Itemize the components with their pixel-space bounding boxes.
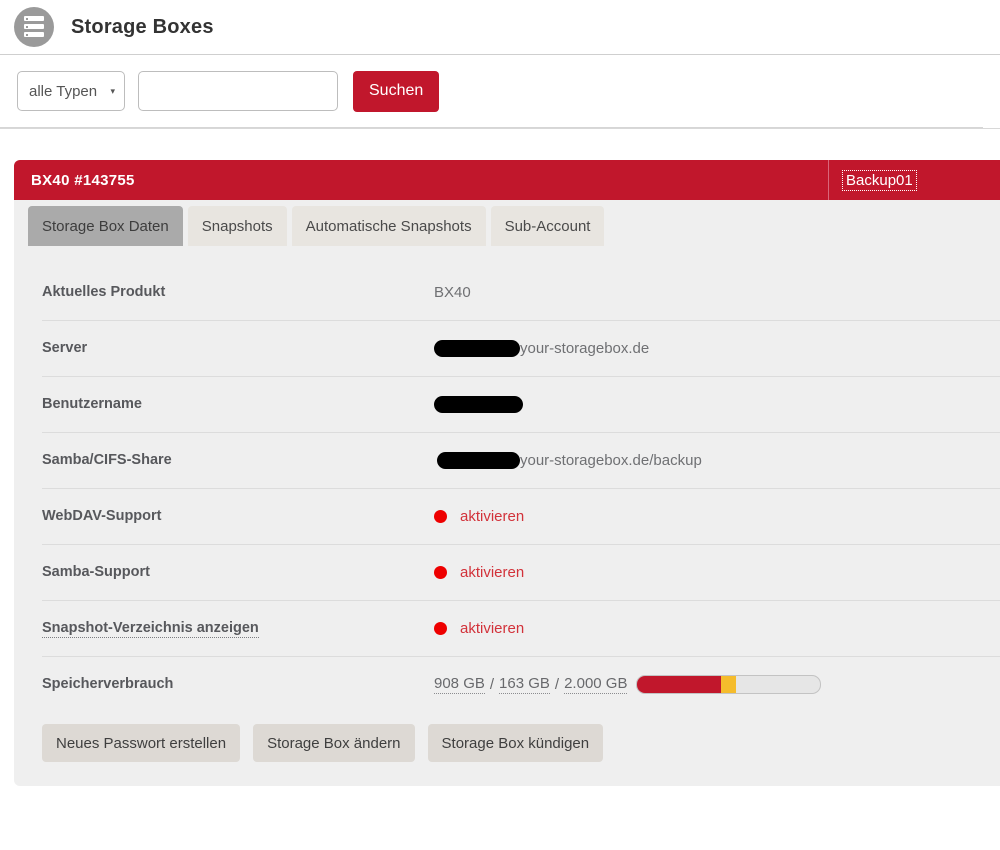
detail-label-tooltip[interactable]: Snapshot-Verzeichnis anzeigen bbox=[42, 620, 259, 638]
detail-row-webdav-support: WebDAV-Support aktivieren bbox=[14, 488, 1000, 544]
storage-box-name-cell: Backup01 bbox=[828, 160, 1000, 200]
detail-row-samba-cifs-share: Samba/CIFS-Share your-storagebox.de/back… bbox=[14, 432, 1000, 488]
usage-separator-2: / bbox=[554, 675, 560, 693]
detail-label: Samba/CIFS-Share bbox=[42, 452, 172, 468]
detail-row-aktuelles-produkt: Aktuelles Produkt BX40 bbox=[14, 264, 1000, 320]
detail-value: your-storagebox.de bbox=[434, 339, 1000, 357]
detail-value: aktivieren bbox=[434, 564, 1000, 581]
detail-value: 908 GB / 163 GB / 2.000 GB bbox=[434, 674, 1000, 694]
storage-box-title: BX40 #143755 bbox=[31, 171, 135, 189]
server-rack-icon bbox=[14, 7, 54, 47]
action-button-bar: Neues Passwort erstellen Storage Box änd… bbox=[14, 712, 1000, 786]
detail-value: aktivieren bbox=[434, 620, 1000, 637]
neues-passwort-erstellen-button[interactable]: Neues Passwort erstellen bbox=[42, 724, 241, 762]
detail-row-server: Server your-storagebox.de bbox=[14, 320, 1000, 376]
detail-value bbox=[434, 395, 1000, 413]
page-title: Storage Boxes bbox=[71, 15, 214, 38]
detail-label: WebDAV-Support bbox=[42, 508, 162, 524]
detail-label: Aktuelles Produkt bbox=[42, 284, 166, 300]
tab-bar: Storage Box Daten Snapshots Automatische… bbox=[14, 200, 1000, 246]
tab-automatische-snapshots[interactable]: Automatische Snapshots bbox=[291, 206, 486, 246]
usage-snapshots[interactable]: 163 GB bbox=[499, 675, 550, 694]
storage-box-details: Aktuelles Produkt BX40 Server your-stora… bbox=[14, 246, 1000, 712]
detail-value: aktivieren bbox=[434, 508, 1000, 525]
redaction-bar bbox=[437, 451, 520, 469]
page-header: Storage Boxes bbox=[0, 0, 1000, 55]
detail-label: Speicherverbrauch bbox=[42, 676, 174, 692]
tab-storage-box-daten[interactable]: Storage Box Daten bbox=[28, 206, 183, 246]
redaction-bar bbox=[434, 395, 523, 413]
activate-link[interactable]: aktivieren bbox=[460, 564, 524, 581]
storage-box-aendern-button[interactable]: Storage Box ändern bbox=[253, 724, 415, 762]
status-dot-icon bbox=[434, 565, 447, 579]
usage-total[interactable]: 2.000 GB bbox=[564, 675, 628, 694]
detail-row-benutzername: Benutzername bbox=[14, 376, 1000, 432]
detail-row-samba-support: Samba-Support aktivieren bbox=[14, 544, 1000, 600]
chevron-down-icon: ▾ bbox=[110, 85, 115, 96]
usage-separator-1: / bbox=[489, 675, 495, 693]
storage-usage-meter bbox=[636, 674, 822, 694]
detail-value-text: your-storagebox.de/backup bbox=[520, 451, 702, 469]
storage-box-kuendigen-button[interactable]: Storage Box kündigen bbox=[427, 724, 604, 762]
type-filter-value: alle Typen bbox=[29, 82, 98, 100]
search-submit-button[interactable]: Suchen bbox=[353, 70, 440, 112]
detail-label: Samba-Support bbox=[42, 564, 150, 580]
storage-box-name-editable[interactable]: Backup01 bbox=[842, 169, 917, 191]
detail-value-text: your-storagebox.de bbox=[520, 339, 650, 357]
activate-link[interactable]: aktivieren bbox=[460, 620, 524, 637]
storage-box-panel: BX40 #143755 Backup01 Storage Box Daten … bbox=[14, 160, 1000, 786]
detail-value: your-storagebox.de/backup bbox=[434, 451, 1000, 469]
meter-segment-snapshots bbox=[720, 675, 736, 693]
redaction-bar bbox=[434, 339, 520, 357]
type-filter-select[interactable]: alle Typen ▾ bbox=[17, 71, 125, 111]
detail-label: Benutzername bbox=[42, 396, 142, 412]
detail-row-snapshot-verzeichnis: Snapshot-Verzeichnis anzeigen aktivieren bbox=[14, 600, 1000, 656]
tab-snapshots[interactable]: Snapshots bbox=[187, 206, 287, 246]
detail-value: BX40 bbox=[434, 283, 471, 301]
search-bar: alle Typen ▾ Suchen bbox=[0, 55, 1000, 129]
tab-sub-account[interactable]: Sub-Account bbox=[490, 206, 605, 246]
usage-used[interactable]: 908 GB bbox=[434, 675, 485, 694]
activate-link[interactable]: aktivieren bbox=[460, 508, 524, 525]
status-dot-icon bbox=[434, 621, 447, 635]
meter-segment-used bbox=[637, 675, 721, 693]
status-dot-icon bbox=[434, 509, 447, 523]
detail-label: Server bbox=[42, 340, 88, 356]
detail-row-speicherverbrauch: Speicherverbrauch 908 GB / 163 GB / 2.00… bbox=[14, 656, 1000, 712]
search-input[interactable] bbox=[138, 71, 338, 111]
storage-box-header: BX40 #143755 Backup01 bbox=[14, 160, 1000, 200]
usage-values: 908 GB / 163 GB / 2.000 GB bbox=[434, 675, 628, 694]
